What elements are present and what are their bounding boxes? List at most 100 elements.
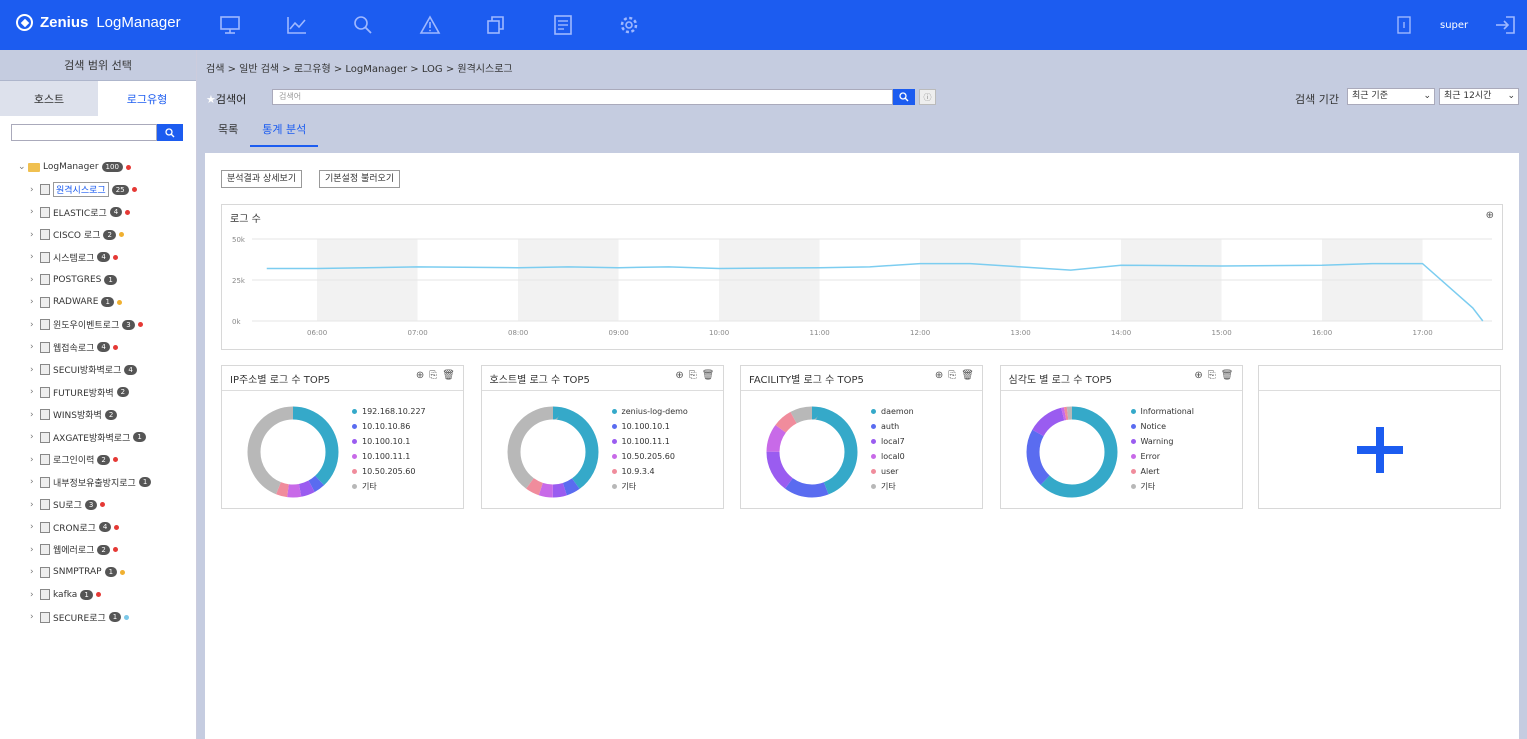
tree-item[interactable]: › AXGATE방화벽로그 1 bbox=[30, 430, 146, 444]
chart-icon[interactable] bbox=[284, 12, 310, 38]
monitor-icon[interactable] bbox=[217, 12, 243, 38]
user-file-icon[interactable] bbox=[1391, 12, 1417, 38]
chevron-right-icon: › bbox=[30, 499, 34, 510]
tab-list[interactable]: 목록 bbox=[206, 117, 250, 147]
user-name[interactable]: super bbox=[1440, 20, 1468, 31]
legend-item[interactable]: local0 bbox=[871, 449, 914, 464]
legend-item[interactable]: 기타 bbox=[871, 479, 914, 494]
tree-item[interactable]: › FUTURE방화벽 2 bbox=[30, 385, 130, 399]
document-icon bbox=[40, 364, 50, 375]
tree-item[interactable]: › kafka 1 bbox=[30, 588, 101, 602]
brand-name: Zenius bbox=[40, 14, 89, 31]
sidebar-search-button[interactable] bbox=[157, 124, 183, 141]
legend-item[interactable]: daemon bbox=[871, 404, 914, 419]
export-icon[interactable]: ⎘ bbox=[948, 370, 956, 381]
legend-item[interactable]: 10.100.10.1 bbox=[611, 419, 688, 434]
tab-host[interactable]: 호스트 bbox=[0, 81, 98, 116]
trash-icon[interactable]: 🗑 bbox=[442, 370, 455, 381]
trash-icon[interactable]: 🗑 bbox=[961, 370, 974, 381]
tree-item[interactable]: › 원격시스로그 25 bbox=[30, 182, 137, 197]
tree-item[interactable]: › CRON로그 4 bbox=[30, 520, 120, 534]
legend-item[interactable]: 10.100.11.1 bbox=[611, 434, 688, 449]
count-badge: 1 bbox=[104, 274, 117, 285]
legend-item[interactable]: zenius-log-demo bbox=[611, 404, 688, 419]
tree-item[interactable]: › SECUI방화벽로그 4 bbox=[30, 363, 137, 377]
detail-view-button[interactable]: 분석결과 상세보기 bbox=[221, 170, 303, 188]
legend-item[interactable]: 10.50.205.60 bbox=[352, 464, 426, 479]
zoom-icon[interactable]: ⊕ bbox=[416, 370, 424, 381]
zoom-icon[interactable]: ⊕ bbox=[935, 370, 943, 381]
tree-root[interactable]: ⌄ LogManager 100 bbox=[18, 160, 131, 174]
export-icon[interactable]: ⎘ bbox=[689, 370, 697, 381]
sidebar: 검색 범위 선택 호스트 로그유형 ⌄ LogManager 100 › 원격시스… bbox=[0, 50, 197, 739]
legend-item[interactable]: 10.100.11.1 bbox=[352, 449, 426, 464]
info-icon[interactable]: ⓘ bbox=[919, 89, 936, 105]
legend-item[interactable]: 기타 bbox=[352, 479, 426, 494]
keyword-input[interactable]: 검색어 bbox=[272, 89, 893, 105]
legend-item[interactable]: auth bbox=[871, 419, 914, 434]
legend-item[interactable]: 기타 bbox=[1130, 479, 1194, 494]
legend-item[interactable]: local7 bbox=[871, 434, 914, 449]
legend-item[interactable]: 기타 bbox=[611, 479, 688, 494]
legend-label: 10.100.10.1 bbox=[621, 422, 670, 431]
keyword-search-button[interactable] bbox=[893, 89, 915, 105]
legend-dot bbox=[871, 484, 876, 489]
tree-item[interactable]: › WINS방화벽 2 bbox=[30, 408, 118, 422]
period-range-select[interactable]: 최근 12시간 ⌄ bbox=[1439, 88, 1519, 105]
logout-icon[interactable] bbox=[1492, 12, 1518, 38]
tree-item-label: SNMPTRAP bbox=[53, 567, 102, 577]
tree-item[interactable]: › 내부정보유출방지로그 1 bbox=[30, 475, 152, 489]
tree-item[interactable]: › 시스템로그 4 bbox=[30, 250, 118, 264]
period-basis-select[interactable]: 최근 기준 ⌄ bbox=[1347, 88, 1435, 105]
plus-icon[interactable] bbox=[1357, 427, 1403, 473]
star-icon[interactable]: ★ bbox=[206, 93, 216, 106]
tree-item[interactable]: › 웹접속로그 4 bbox=[30, 340, 118, 354]
tab-stats[interactable]: 통계 분석 bbox=[250, 117, 319, 147]
top5-panel: 심각도 별 로그 수 TOP5 ⊕ ⎘ 🗑 Informational Notice War… bbox=[999, 365, 1243, 509]
legend-label: 10.50.205.60 bbox=[621, 452, 675, 461]
trash-icon[interactable]: 🗑 bbox=[702, 370, 715, 381]
legend-item[interactable]: user bbox=[871, 464, 914, 479]
export-icon[interactable]: ⎘ bbox=[1208, 370, 1216, 381]
zoom-icon[interactable]: ⊕ bbox=[1194, 370, 1202, 381]
tree-item[interactable]: › 윈도우이벤트로그 3 bbox=[30, 318, 143, 332]
legend-item[interactable]: Error bbox=[1130, 449, 1194, 464]
legend-item[interactable]: Alert bbox=[1130, 464, 1194, 479]
legend-item[interactable]: 10.10.10.86 bbox=[352, 419, 426, 434]
copy-icon[interactable] bbox=[483, 12, 509, 38]
tree-item[interactable]: › 로그인이력 2 bbox=[30, 453, 118, 467]
legend-dot bbox=[352, 484, 357, 489]
zoom-icon[interactable]: ⊕ bbox=[675, 370, 683, 381]
tree-item[interactable]: › RADWARE 1 bbox=[30, 295, 122, 309]
legend-item[interactable]: 10.9.3.4 bbox=[611, 464, 688, 479]
tree-item[interactable]: › CISCO 로그 2 bbox=[30, 228, 124, 242]
load-defaults-button[interactable]: 기본설정 불러오기 bbox=[319, 170, 401, 188]
add-panel-card[interactable] bbox=[1258, 365, 1501, 509]
brand-logo[interactable]: Zenius LogManager bbox=[16, 14, 181, 31]
tab-log-type[interactable]: 로그유형 bbox=[98, 81, 196, 116]
alert-icon[interactable] bbox=[417, 12, 443, 38]
tree-item-label: SU로그 bbox=[53, 501, 82, 511]
document-icon[interactable] bbox=[550, 12, 576, 38]
legend-item[interactable]: 10.100.10.1 bbox=[352, 434, 426, 449]
legend-label: Error bbox=[1140, 452, 1161, 461]
export-icon[interactable]: ⎘ bbox=[429, 370, 437, 381]
gear-icon[interactable] bbox=[616, 12, 642, 38]
tree-item[interactable]: › POSTGRES 1 bbox=[30, 273, 117, 287]
legend-item[interactable]: Informational bbox=[1130, 404, 1194, 419]
tree-item[interactable]: › SU로그 3 bbox=[30, 498, 106, 512]
tree-item[interactable]: › SECURE로그 1 bbox=[30, 610, 130, 624]
legend-item[interactable]: 192.168.10.227 bbox=[352, 404, 426, 419]
sidebar-tabs: 호스트 로그유형 bbox=[0, 81, 196, 116]
tree-item[interactable]: › ELASTIC로그 4 bbox=[30, 205, 131, 219]
legend-item[interactable]: Warning bbox=[1130, 434, 1194, 449]
tree-item[interactable]: › 웹에러로그 2 bbox=[30, 543, 118, 557]
search-icon[interactable] bbox=[350, 12, 376, 38]
x-tick-label: 07:00 bbox=[408, 329, 428, 337]
legend-item[interactable]: Notice bbox=[1130, 419, 1194, 434]
trash-icon[interactable]: 🗑 bbox=[1221, 370, 1234, 381]
legend-dot bbox=[611, 454, 617, 459]
sidebar-search-input[interactable] bbox=[11, 124, 157, 141]
tree-item[interactable]: › SNMPTRAP 1 bbox=[30, 565, 126, 579]
legend-item[interactable]: 10.50.205.60 bbox=[611, 449, 688, 464]
